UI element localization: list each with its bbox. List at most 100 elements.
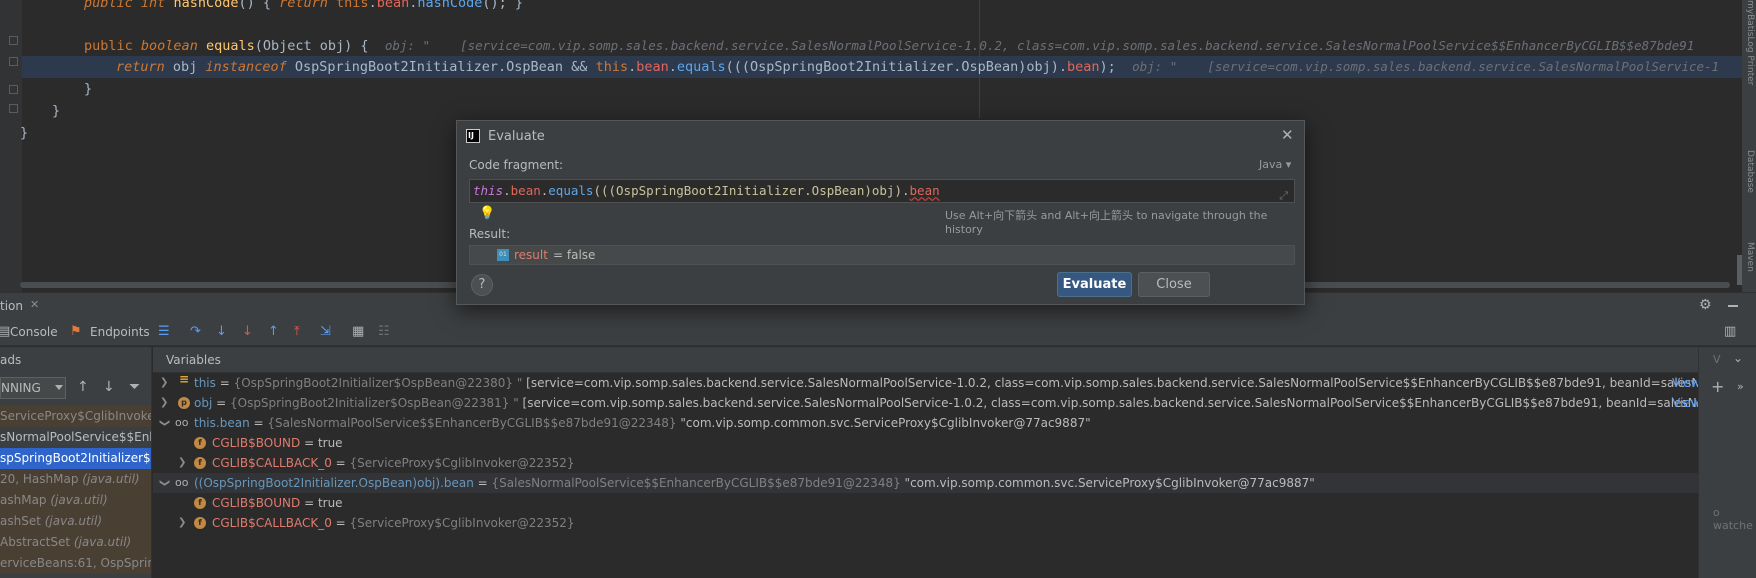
code-text: obj: [164, 59, 206, 75]
frame-package: (java.util): [50, 493, 108, 507]
frame-item[interactable]: erviceBeans:61, OspSpring: [0, 553, 151, 574]
evaluate-button[interactable]: Evaluate: [1057, 272, 1132, 297]
frame-item[interactable]: ashMap (java.util): [0, 490, 151, 511]
field-name: bean: [909, 183, 940, 198]
frame-label: ashSet: [0, 514, 45, 528]
equals-sign: =: [331, 516, 350, 530]
frame-item-selected[interactable]: spSpringBoot2Initializer$Os: [0, 448, 151, 469]
chevron-down-icon[interactable]: ❯: [154, 479, 174, 487]
inline-debug-value[interactable]: obj: " [service=com.vip.somp.sales.backe…: [1132, 59, 1719, 74]
maven-tab[interactable]: Maven: [1745, 242, 1755, 272]
chevron-down-icon[interactable]: ❯: [154, 419, 174, 427]
frame-item[interactable]: sNormalPoolService$$Enh: [0, 427, 152, 448]
lightbulb-icon[interactable]: 💡: [479, 206, 495, 221]
close-icon[interactable]: ✕: [30, 298, 39, 311]
filter-icon[interactable]: ⏷: [129, 379, 140, 395]
keyword: return: [279, 0, 328, 11]
debug-toolbar: ▤ Console ⚑ Endpoints ☰ ↷ ↓ ↓ ↑ ⤒ ⇲ ▦ ☷ …: [0, 320, 1756, 346]
variable-row[interactable]: ❯ p obj = {OspSpringBoot2Initializer$Osp…: [153, 393, 1698, 413]
result-label: Result:: [469, 227, 511, 241]
code-line-return: return obj instanceof OspSpringBoot2Init…: [116, 56, 1719, 78]
chevron-down-icon[interactable]: ⌄: [1733, 351, 1743, 365]
keyword: public: [84, 0, 133, 11]
field-icon: f: [194, 437, 206, 449]
frame-label: ashMap: [0, 493, 51, 507]
more-icon[interactable]: »: [1737, 380, 1744, 393]
keyword: this: [336, 0, 369, 11]
thread-selector[interactable]: NNING: [0, 377, 66, 399]
variable-row[interactable]: ❯ f CGLIB$CALLBACK_0 = {ServiceProxy$Cgl…: [153, 513, 1698, 533]
layout-icon[interactable]: ☰: [158, 324, 170, 339]
chevron-right-icon[interactable]: ❯: [160, 393, 168, 413]
add-watch-icon[interactable]: +: [1711, 377, 1724, 396]
layout-settings-icon[interactable]: ▥: [1724, 324, 1736, 339]
watch-row[interactable]: ❯ oo ((OspSpringBoot2Initializer.OspBean…: [153, 473, 1698, 493]
variable-value: "com.vip.somp.common.svc.ServiceProxy$Cg…: [900, 476, 1315, 490]
code-fragment-input[interactable]: this.bean.equals(((OspSpringBoot2Initial…: [469, 179, 1295, 203]
run-to-cursor-icon[interactable]: ⇲: [320, 324, 331, 339]
chevron-right-icon[interactable]: ❯: [160, 373, 168, 393]
variable-value: [service=com.vip.somp.sales.backend.serv…: [522, 376, 1698, 390]
code-line-brace: }: [52, 103, 61, 119]
view-link[interactable]: View: [1672, 373, 1698, 393]
frame-item[interactable]: 20, HashMap (java.util): [0, 469, 151, 490]
gear-icon[interactable]: ⚙: [1699, 297, 1712, 313]
minimize-icon[interactable]: [1728, 305, 1738, 307]
chevron-right-icon[interactable]: ❯: [178, 453, 186, 473]
variable-type: {SalesNormalPoolService$$EnhancerByCGLIB…: [491, 476, 901, 490]
evaluate-expression-icon[interactable]: ▦: [352, 324, 364, 339]
code-text: (((OspSpringBoot2Initializer.OspBean)obj…: [725, 59, 1068, 75]
inline-debug-value[interactable]: obj: " [service=com.vip.somp.sales.backe…: [385, 38, 1694, 53]
frame-item[interactable]: AbstractSet (java.util): [0, 532, 151, 553]
field-name: bean: [376, 0, 410, 11]
view-link[interactable]: View: [1672, 393, 1698, 413]
debug-tab-title[interactable]: tion: [0, 299, 23, 313]
variable-row[interactable]: ❯ ≡ this = {OspSpringBoot2Initializer$Os…: [153, 373, 1698, 393]
endpoints-tab[interactable]: Endpoints: [90, 325, 150, 339]
field-icon: f: [194, 517, 206, 529]
console-tab[interactable]: Console: [10, 325, 58, 339]
force-step-into-icon[interactable]: ↓: [242, 324, 253, 339]
variable-name: CGLIB$BOUND: [212, 436, 301, 450]
expand-icon[interactable]: ⤢: [1279, 185, 1288, 207]
frame-label: sNormalPoolService$$Enh: [0, 430, 152, 444]
frame-item[interactable]: ashSet (java.util): [0, 511, 151, 532]
variable-row[interactable]: ❯ f CGLIB$CALLBACK_0 = {ServiceProxy$Cgl…: [153, 453, 1698, 473]
trace-icon[interactable]: ☷: [378, 324, 390, 339]
field-icon: f: [194, 457, 206, 469]
equals-sign: =: [212, 396, 230, 410]
drop-frame-icon[interactable]: ⤒: [294, 324, 300, 339]
chevron-right-icon[interactable]: ❯: [178, 513, 186, 533]
equals-sign: =: [300, 436, 318, 450]
result-field[interactable]: 01 result = false: [469, 245, 1295, 265]
step-into-icon[interactable]: ↓: [216, 324, 227, 339]
step-out-icon[interactable]: ↑: [268, 324, 279, 339]
watches-panel: V ⌄ + » o watche: [1698, 347, 1756, 578]
variable-row[interactable]: f CGLIB$BOUND = true: [153, 493, 1698, 513]
method-call: hashCode: [417, 0, 483, 11]
equals-sign: =: [473, 476, 492, 490]
arrow-up-icon[interactable]: ↑: [77, 379, 89, 395]
fold-marker[interactable]: [9, 104, 18, 113]
variable-row[interactable]: f CGLIB$BOUND = true: [153, 433, 1698, 453]
code-text: () {: [238, 0, 280, 11]
watch-row[interactable]: ❯ oo this.bean = {SalesNormalPoolService…: [153, 413, 1698, 433]
database-tab[interactable]: Database: [1745, 150, 1755, 193]
fold-marker[interactable]: [9, 36, 18, 45]
help-button[interactable]: ?: [471, 274, 493, 296]
variables-header: Variables: [153, 347, 1698, 373]
arrow-down-icon[interactable]: ↓: [103, 379, 115, 395]
fold-marker[interactable]: [9, 85, 18, 94]
frame-item[interactable]: ServiceProxy$CglibInvoker: [0, 406, 151, 427]
fold-marker[interactable]: [9, 57, 18, 66]
boolean-icon: 01: [497, 249, 509, 261]
console-icon: ▤: [0, 324, 11, 339]
watches-tab[interactable]: V: [1713, 353, 1721, 366]
mybatis-log-tab[interactable]: myBatisLog Printer: [1745, 0, 1755, 85]
language-selector[interactable]: Java ▾: [1259, 158, 1291, 171]
variable-type: {ServiceProxy$CglibInvoker@22352}: [349, 456, 575, 470]
close-button[interactable]: Close: [1138, 272, 1210, 297]
keyword: public: [84, 38, 133, 54]
close-icon[interactable]: ✕: [1281, 126, 1294, 144]
step-over-icon[interactable]: ↷: [190, 324, 201, 339]
